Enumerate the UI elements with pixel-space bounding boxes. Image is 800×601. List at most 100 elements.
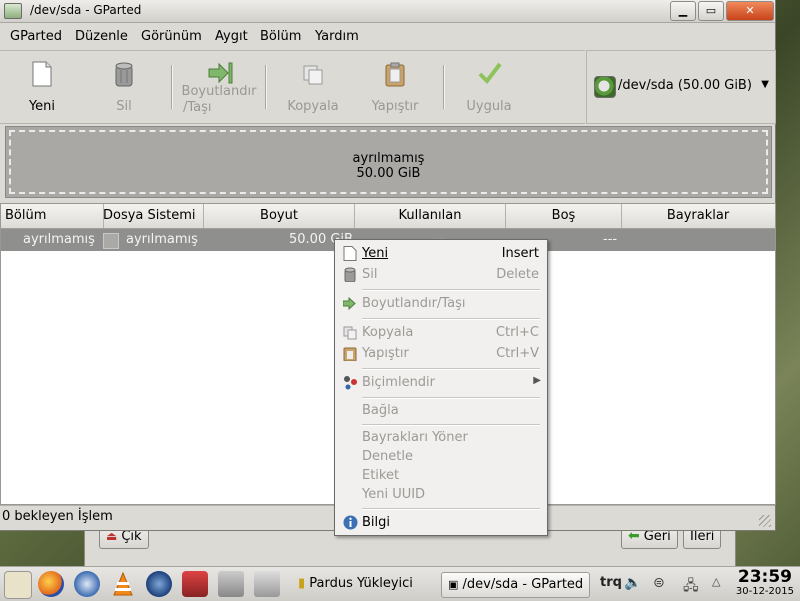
gparted-app-icon <box>4 3 22 19</box>
device-selector[interactable]: /dev/sda (50.00 GiB) ▼ <box>586 50 776 124</box>
ctx-label[interactable]: Etiket <box>335 466 547 486</box>
ctx-copy[interactable]: Kopyala Ctrl+C <box>335 323 547 343</box>
ctx-copy-shortcut: Ctrl+C <box>495 325 539 340</box>
ctx-delete-label: Sil <box>362 267 378 282</box>
col-size[interactable]: Boyut <box>204 204 355 228</box>
menu-separator <box>362 508 540 510</box>
paste-clipboard-icon <box>384 61 406 87</box>
menu-help[interactable]: Yardım <box>315 29 359 44</box>
checkmark-icon <box>478 61 502 87</box>
taskbar-gparted-label: /dev/sda - GParted <box>462 577 584 592</box>
ctx-new[interactable]: Yeni Insert <box>335 244 547 264</box>
ctx-check[interactable]: Denetle <box>335 447 547 467</box>
clock-date: 30-12-2015 <box>735 586 794 597</box>
taskbar-gparted[interactable]: ▣ /dev/sda - GParted <box>441 572 591 598</box>
menu-separator <box>362 318 540 320</box>
new-document-icon <box>31 61 53 87</box>
clock[interactable]: 23:59 30-12-2015 <box>736 568 794 598</box>
hard-disk-icon <box>594 76 616 98</box>
file-manager-icon[interactable] <box>218 571 244 597</box>
apply-button[interactable]: Uygula <box>458 51 520 121</box>
resize-label: Boyutlandır <box>181 84 257 99</box>
start-menu-icon[interactable] <box>4 571 32 599</box>
menu-edit[interactable]: Düzenle <box>75 29 128 44</box>
taskbar-installer-label: Pardus Yükleyici <box>309 576 413 591</box>
ctx-info-label: Bilgi <box>362 515 391 530</box>
exit-icon: ⏏ <box>106 529 118 543</box>
vlc-icon[interactable] <box>110 571 136 597</box>
menu-device[interactable]: Aygıt <box>215 29 248 44</box>
ctx-new-uuid-label: Yeni UUID <box>362 487 426 502</box>
ctx-label-label: Etiket <box>362 468 400 483</box>
new-button[interactable]: Yeni <box>12 51 72 121</box>
close-button[interactable]: ✕ <box>726 1 774 21</box>
col-used[interactable]: Kullanılan <box>355 204 506 228</box>
maximize-button[interactable]: ▭ <box>698 1 724 21</box>
cell-free: --- <box>603 232 618 247</box>
menu-separator <box>362 424 540 426</box>
firefox-icon[interactable] <box>38 571 64 597</box>
trash-icon <box>113 61 135 87</box>
network-icon[interactable]: 🖧 <box>683 575 699 599</box>
toolbar-separator <box>443 65 445 109</box>
trash-icon <box>343 267 357 283</box>
menu-partition[interactable]: Bölüm <box>260 29 301 44</box>
cell-partition: ayrılmamış <box>23 232 95 247</box>
col-partition[interactable]: Bölüm <box>1 204 104 228</box>
move-label: /Taşı <box>183 100 212 115</box>
ctx-new-shortcut: Insert <box>501 246 539 261</box>
new-document-icon <box>343 246 357 261</box>
menu-separator <box>362 289 540 291</box>
thunderbird-icon[interactable] <box>74 571 100 597</box>
submenu-arrow-icon: ▶ <box>533 375 541 386</box>
ctx-info[interactable]: Bilgi <box>335 513 547 533</box>
context-menu: Yeni Insert Sil Delete Boyutlandır/Taşı … <box>334 239 548 536</box>
col-filesystem[interactable]: Dosya Sistemi <box>100 204 204 228</box>
paste-button[interactable]: Yapıştır <box>364 51 426 121</box>
disk-map[interactable]: ayrılmamış 50.00 GiB <box>5 126 772 198</box>
menu-separator <box>362 397 540 399</box>
show-desktop-icon[interactable] <box>254 571 280 597</box>
window-title: /dev/sda - GParted <box>30 3 142 17</box>
minimize-button[interactable]: ▁ <box>670 1 696 21</box>
new-label: Yeni <box>28 99 56 114</box>
menu-view[interactable]: Görünüm <box>141 29 202 44</box>
ctx-resize-move[interactable]: Boyutlandır/Taşı <box>335 294 547 314</box>
ctx-manage-flags[interactable]: Bayrakları Yöner <box>335 428 547 448</box>
ctx-delete-shortcut: Delete <box>496 267 539 282</box>
resize-move-button[interactable]: Boyutlandır /Taşı <box>178 51 260 121</box>
unallocated-block[interactable]: ayrılmamış 50.00 GiB <box>9 130 768 194</box>
ctx-new-uuid[interactable]: Yeni UUID <box>335 485 547 505</box>
resize-arrow-icon <box>342 296 357 311</box>
gparted-app-icon: ▣ <box>448 578 459 591</box>
copy-button[interactable]: Kopyala <box>282 51 344 121</box>
filesystem-color-swatch <box>103 233 119 249</box>
menu-gparted[interactable]: GParted <box>10 29 62 44</box>
ctx-delete[interactable]: Sil Delete <box>335 265 547 285</box>
dropdown-arrow-icon[interactable]: ▼ <box>761 79 769 90</box>
software-center-icon[interactable] <box>182 571 208 597</box>
ctx-new-label: Yeni <box>362 246 389 261</box>
ctx-paste[interactable]: Yapıştır Ctrl+V <box>335 344 547 364</box>
col-free[interactable]: Boş <box>506 204 622 228</box>
tray-expand-icon[interactable]: △ <box>712 575 720 588</box>
installer-icon: ▮ <box>298 576 306 591</box>
toolbar: Yeni Sil Boyutlandır /Taşı Kopyala Yapış… <box>0 50 585 124</box>
taskbar-installer[interactable]: ▮ Pardus Yükleyici <box>298 572 413 596</box>
delete-button[interactable]: Sil <box>94 51 154 121</box>
ctx-check-label: Denetle <box>362 449 413 464</box>
title-bar[interactable]: /dev/sda - GParted ▁ ▭ ✕ <box>0 0 775 23</box>
clock-time: 23:59 <box>737 567 792 587</box>
resize-grip[interactable] <box>759 515 771 527</box>
browser-icon[interactable] <box>146 571 172 597</box>
col-flags[interactable]: Bayraklar <box>622 204 774 228</box>
table-header: Bölüm Dosya Sistemi Boyut Kullanılan Boş… <box>1 204 775 229</box>
ctx-manage-flags-label: Bayrakları Yöner <box>362 430 468 445</box>
ctx-mount-label: Bağla <box>362 403 399 418</box>
keyboard-layout-indicator[interactable]: trq <box>600 575 622 590</box>
ctx-mount[interactable]: Bağla <box>335 401 547 421</box>
update-icon[interactable]: ⊜ <box>653 575 665 591</box>
cell-filesystem: ayrılmamış <box>126 232 198 247</box>
ctx-format[interactable]: Biçimlendir ▶ <box>335 373 547 393</box>
volume-icon[interactable]: 🔈 <box>624 575 641 591</box>
